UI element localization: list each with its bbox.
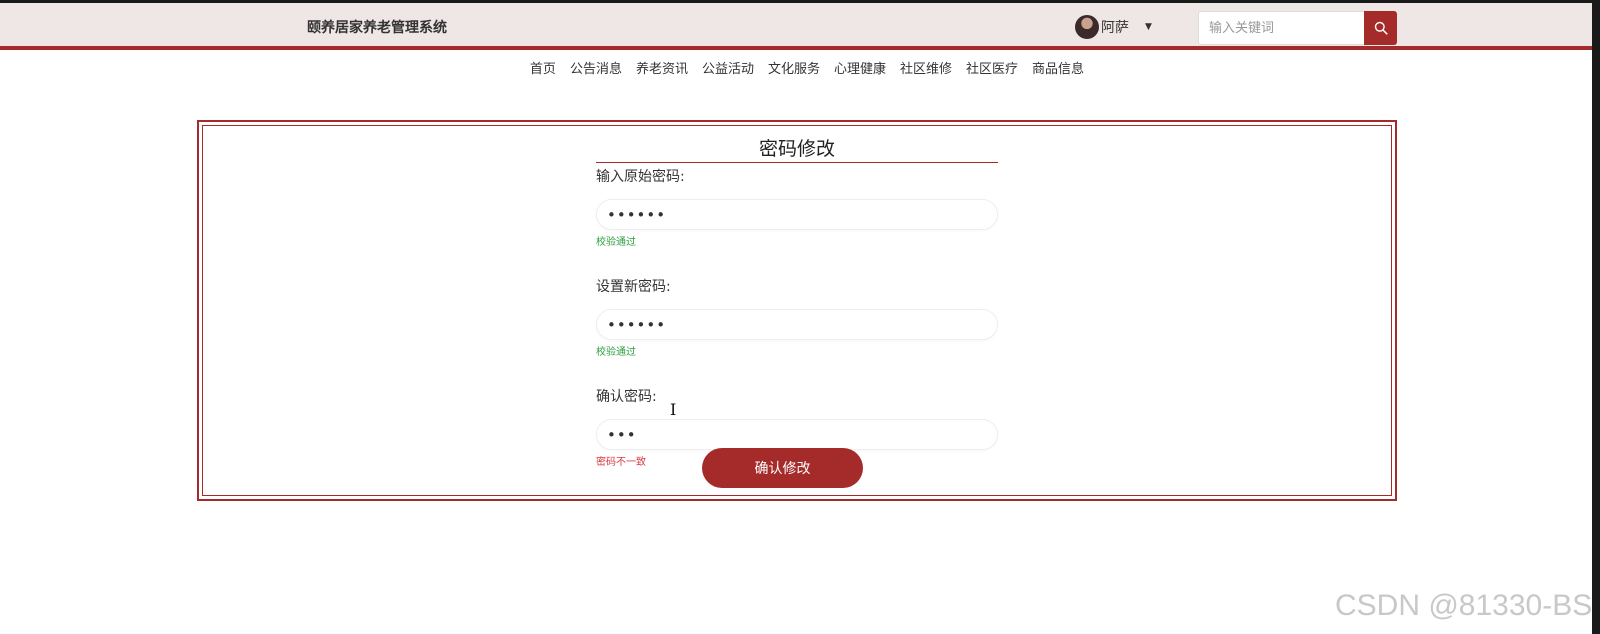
search-input[interactable] [1199,12,1364,44]
watermark: CSDN @81330-BS [1335,589,1593,622]
nav-item-charity-events[interactable]: 公益活动 [702,58,754,78]
old-password-label: 输入原始密码: [596,169,685,185]
window-right-edge [1592,0,1600,634]
window-top-edge [0,0,1600,3]
user-menu[interactable]: 阿萨 ▼ [1075,15,1152,39]
nav-item-products[interactable]: 商品信息 [1032,58,1084,78]
confirm-password-label: 确认密码: [596,389,657,405]
nav-item-community-repair[interactable]: 社区维修 [900,58,952,78]
text-cursor-icon: I [670,400,677,419]
old-password-hint: 校验通过 [596,237,636,248]
nav-item-eldercare-news[interactable]: 养老资讯 [636,58,688,78]
caret-down-icon[interactable]: ▼ [1145,22,1152,32]
password-form: 密码修改 输入原始密码: 校验通过 设置新密码: 校验通过 确认密码: 密码不一… [596,136,998,471]
confirm-password-input[interactable] [596,419,998,450]
search-button[interactable] [1364,11,1397,45]
old-password-input[interactable] [596,199,998,230]
confirm-change-button[interactable]: 确认修改 [702,448,863,488]
nav-item-community-medical[interactable]: 社区医疗 [966,58,1018,78]
username[interactable]: 阿萨 [1101,17,1129,37]
top-header: 颐养居家养老管理系统 阿萨 ▼ [0,0,1600,50]
page-title: 密码修改 [596,136,998,163]
nav-item-announcements[interactable]: 公告消息 [570,58,622,78]
new-password-input[interactable] [596,309,998,340]
avatar[interactable] [1075,15,1099,39]
search-box [1198,11,1397,45]
new-password-hint: 校验通过 [596,347,636,358]
new-password-label: 设置新密码: [596,279,671,295]
nav-item-home[interactable]: 首页 [530,58,556,78]
app-title: 颐养居家养老管理系统 [307,20,447,36]
nav-item-mental-health[interactable]: 心理健康 [834,58,886,78]
main-nav: 首页 公告消息 养老资讯 公益活动 文化服务 心理健康 社区维修 社区医疗 商品… [0,58,1600,78]
nav-item-culture-services[interactable]: 文化服务 [768,58,820,78]
search-icon [1374,21,1388,35]
